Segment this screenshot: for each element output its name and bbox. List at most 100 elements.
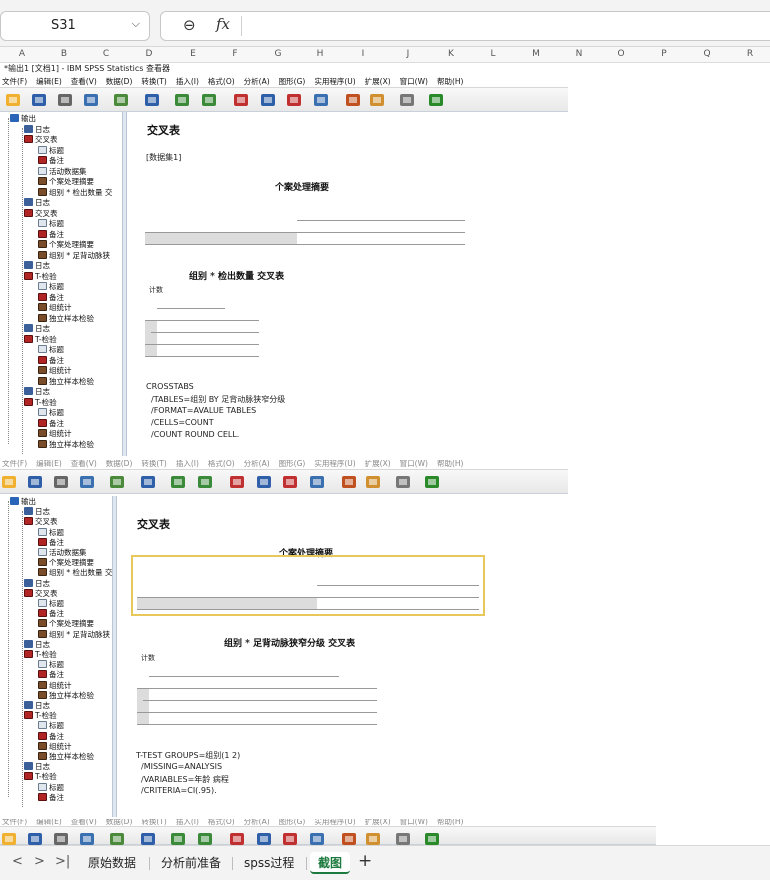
tree-item[interactable]: 备注 bbox=[38, 355, 64, 367]
promote-icon[interactable] bbox=[368, 91, 386, 109]
menu-item[interactable]: 图形(G) bbox=[279, 75, 306, 87]
tree-item[interactable]: 日志 bbox=[24, 198, 50, 209]
column-header-p[interactable]: P bbox=[642, 49, 686, 59]
tree-item[interactable]: 日志 bbox=[24, 124, 50, 136]
tree-item[interactable]: 标题 bbox=[38, 345, 64, 356]
menu-item[interactable]: 转换(T) bbox=[141, 819, 166, 826]
count-cell[interactable] bbox=[263, 688, 301, 701]
variables-icon[interactable] bbox=[308, 830, 326, 845]
menu-item[interactable]: 图形(G) bbox=[279, 819, 306, 826]
sheet-tab[interactable]: 截图 bbox=[310, 852, 351, 874]
menu-item[interactable]: 实用程序(U) bbox=[314, 460, 355, 469]
column-header-j[interactable]: J bbox=[386, 49, 430, 59]
column-header-e[interactable]: E bbox=[171, 49, 215, 59]
sheet-tab[interactable]: 原始数据 bbox=[80, 852, 144, 874]
variables-icon[interactable] bbox=[308, 473, 326, 491]
tree-item[interactable]: 标题 bbox=[38, 219, 64, 230]
tree-item[interactable]: 标题 bbox=[38, 145, 64, 157]
count-cell[interactable] bbox=[301, 688, 339, 701]
menu-item[interactable]: 编辑(E) bbox=[36, 819, 62, 826]
tree-item[interactable]: 独立样本检验 bbox=[38, 376, 94, 388]
count-cell[interactable] bbox=[149, 700, 187, 713]
undo-icon[interactable] bbox=[173, 91, 191, 109]
count-cell[interactable] bbox=[191, 332, 225, 345]
save-icon[interactable] bbox=[30, 91, 48, 109]
count-cell[interactable] bbox=[191, 320, 225, 333]
redo-icon[interactable] bbox=[200, 91, 218, 109]
print-icon[interactable] bbox=[56, 91, 74, 109]
column-header-o[interactable]: O bbox=[599, 49, 643, 59]
goto-data-icon[interactable] bbox=[228, 473, 246, 491]
tree-item[interactable]: 备注 bbox=[38, 156, 64, 167]
tree-item[interactable]: 组统计 bbox=[38, 366, 72, 377]
menu-item[interactable]: 编辑(E) bbox=[36, 460, 62, 469]
tree-item[interactable]: 标题 bbox=[38, 721, 64, 732]
summary-value-cell[interactable] bbox=[317, 597, 344, 610]
tree-item[interactable]: 组别 * 检出数量 交 bbox=[38, 568, 112, 579]
summary-value-cell[interactable] bbox=[409, 232, 437, 245]
tree-item[interactable]: 备注 bbox=[38, 229, 64, 241]
tree-item[interactable]: 标题 bbox=[38, 782, 64, 794]
count-cell[interactable] bbox=[187, 700, 225, 713]
tree-item[interactable]: T-检验 bbox=[24, 271, 57, 283]
insert-new-icon[interactable] bbox=[427, 91, 445, 109]
tree-item[interactable]: 日志 bbox=[24, 578, 50, 590]
column-header-f[interactable]: F bbox=[213, 49, 257, 59]
export-icon[interactable] bbox=[108, 473, 126, 491]
add-sheet-button[interactable]: + bbox=[358, 851, 372, 871]
sheet-tab[interactable]: spss过程 bbox=[236, 852, 302, 874]
tree-item[interactable]: 标题 bbox=[38, 282, 64, 293]
sheet-tab[interactable]: 分析前准备 bbox=[153, 852, 229, 874]
formula-input[interactable]: ⊖ fx bbox=[160, 11, 770, 41]
tree-item[interactable]: 输出 bbox=[10, 114, 36, 125]
column-header-n[interactable]: N bbox=[557, 49, 601, 59]
tree-item[interactable]: T-检验 bbox=[24, 772, 57, 783]
summary-value-cell[interactable] bbox=[437, 232, 465, 245]
tree-item[interactable]: 组统计 bbox=[38, 680, 72, 692]
tree-item[interactable]: T-检验 bbox=[24, 334, 57, 346]
menu-item[interactable]: 扩展(X) bbox=[365, 460, 391, 469]
open-icon[interactable] bbox=[0, 830, 18, 845]
tree-item[interactable]: 交叉表 bbox=[24, 208, 58, 220]
column-header-a[interactable]: A bbox=[0, 49, 44, 59]
insert-icon[interactable] bbox=[281, 830, 299, 845]
recall-dialog-icon[interactable] bbox=[143, 91, 161, 109]
promote-icon[interactable] bbox=[364, 473, 382, 491]
menu-item[interactable]: 帮助(H) bbox=[437, 819, 464, 826]
count-cell[interactable] bbox=[187, 688, 225, 701]
redo-icon[interactable] bbox=[196, 830, 214, 845]
total-count-cell[interactable] bbox=[263, 712, 301, 725]
tree-item[interactable]: 个案处理摘要 bbox=[38, 619, 94, 630]
tree-item[interactable]: 组别 * 检出数量 交 bbox=[38, 187, 112, 199]
menu-item[interactable]: 格式(O) bbox=[208, 460, 235, 469]
menu-item[interactable]: 插入(I) bbox=[176, 819, 199, 826]
tree-item[interactable]: 备注 bbox=[38, 731, 64, 743]
count-cell[interactable] bbox=[149, 688, 187, 701]
column-header-r[interactable]: R bbox=[728, 49, 770, 59]
export-icon[interactable] bbox=[112, 91, 130, 109]
summary-value-cell[interactable] bbox=[344, 597, 371, 610]
fx-icon[interactable]: fx bbox=[216, 15, 230, 33]
tree-item[interactable]: 交叉表 bbox=[24, 135, 58, 146]
tree-item[interactable]: 组别 * 足背动脉狭 bbox=[38, 629, 110, 641]
menu-item[interactable]: 图形(G) bbox=[279, 460, 306, 469]
column-header-d[interactable]: D bbox=[127, 49, 171, 59]
print-preview-icon[interactable] bbox=[82, 91, 100, 109]
menu-item[interactable]: 帮助(H) bbox=[437, 460, 464, 469]
designate-window-icon[interactable] bbox=[340, 473, 358, 491]
open-icon[interactable] bbox=[4, 91, 22, 109]
tree-item[interactable]: 交叉表 bbox=[24, 588, 58, 600]
total-count-cell[interactable] bbox=[339, 712, 377, 725]
show-hide-icon[interactable] bbox=[398, 91, 416, 109]
menu-item[interactable]: 格式(O) bbox=[208, 819, 235, 826]
zoom-icon[interactable]: ⊖ bbox=[183, 16, 196, 34]
column-header-m[interactable]: M bbox=[514, 49, 558, 59]
insert-icon[interactable] bbox=[285, 91, 303, 109]
column-header-g[interactable]: G bbox=[256, 49, 300, 59]
count-cell[interactable] bbox=[339, 700, 377, 713]
column-header-l[interactable]: L bbox=[471, 49, 515, 59]
summary-value-cell[interactable] bbox=[297, 232, 325, 245]
menu-item[interactable]: 分析(A) bbox=[244, 460, 270, 469]
column-header-b[interactable]: B bbox=[42, 49, 86, 59]
insert-icon[interactable] bbox=[281, 473, 299, 491]
